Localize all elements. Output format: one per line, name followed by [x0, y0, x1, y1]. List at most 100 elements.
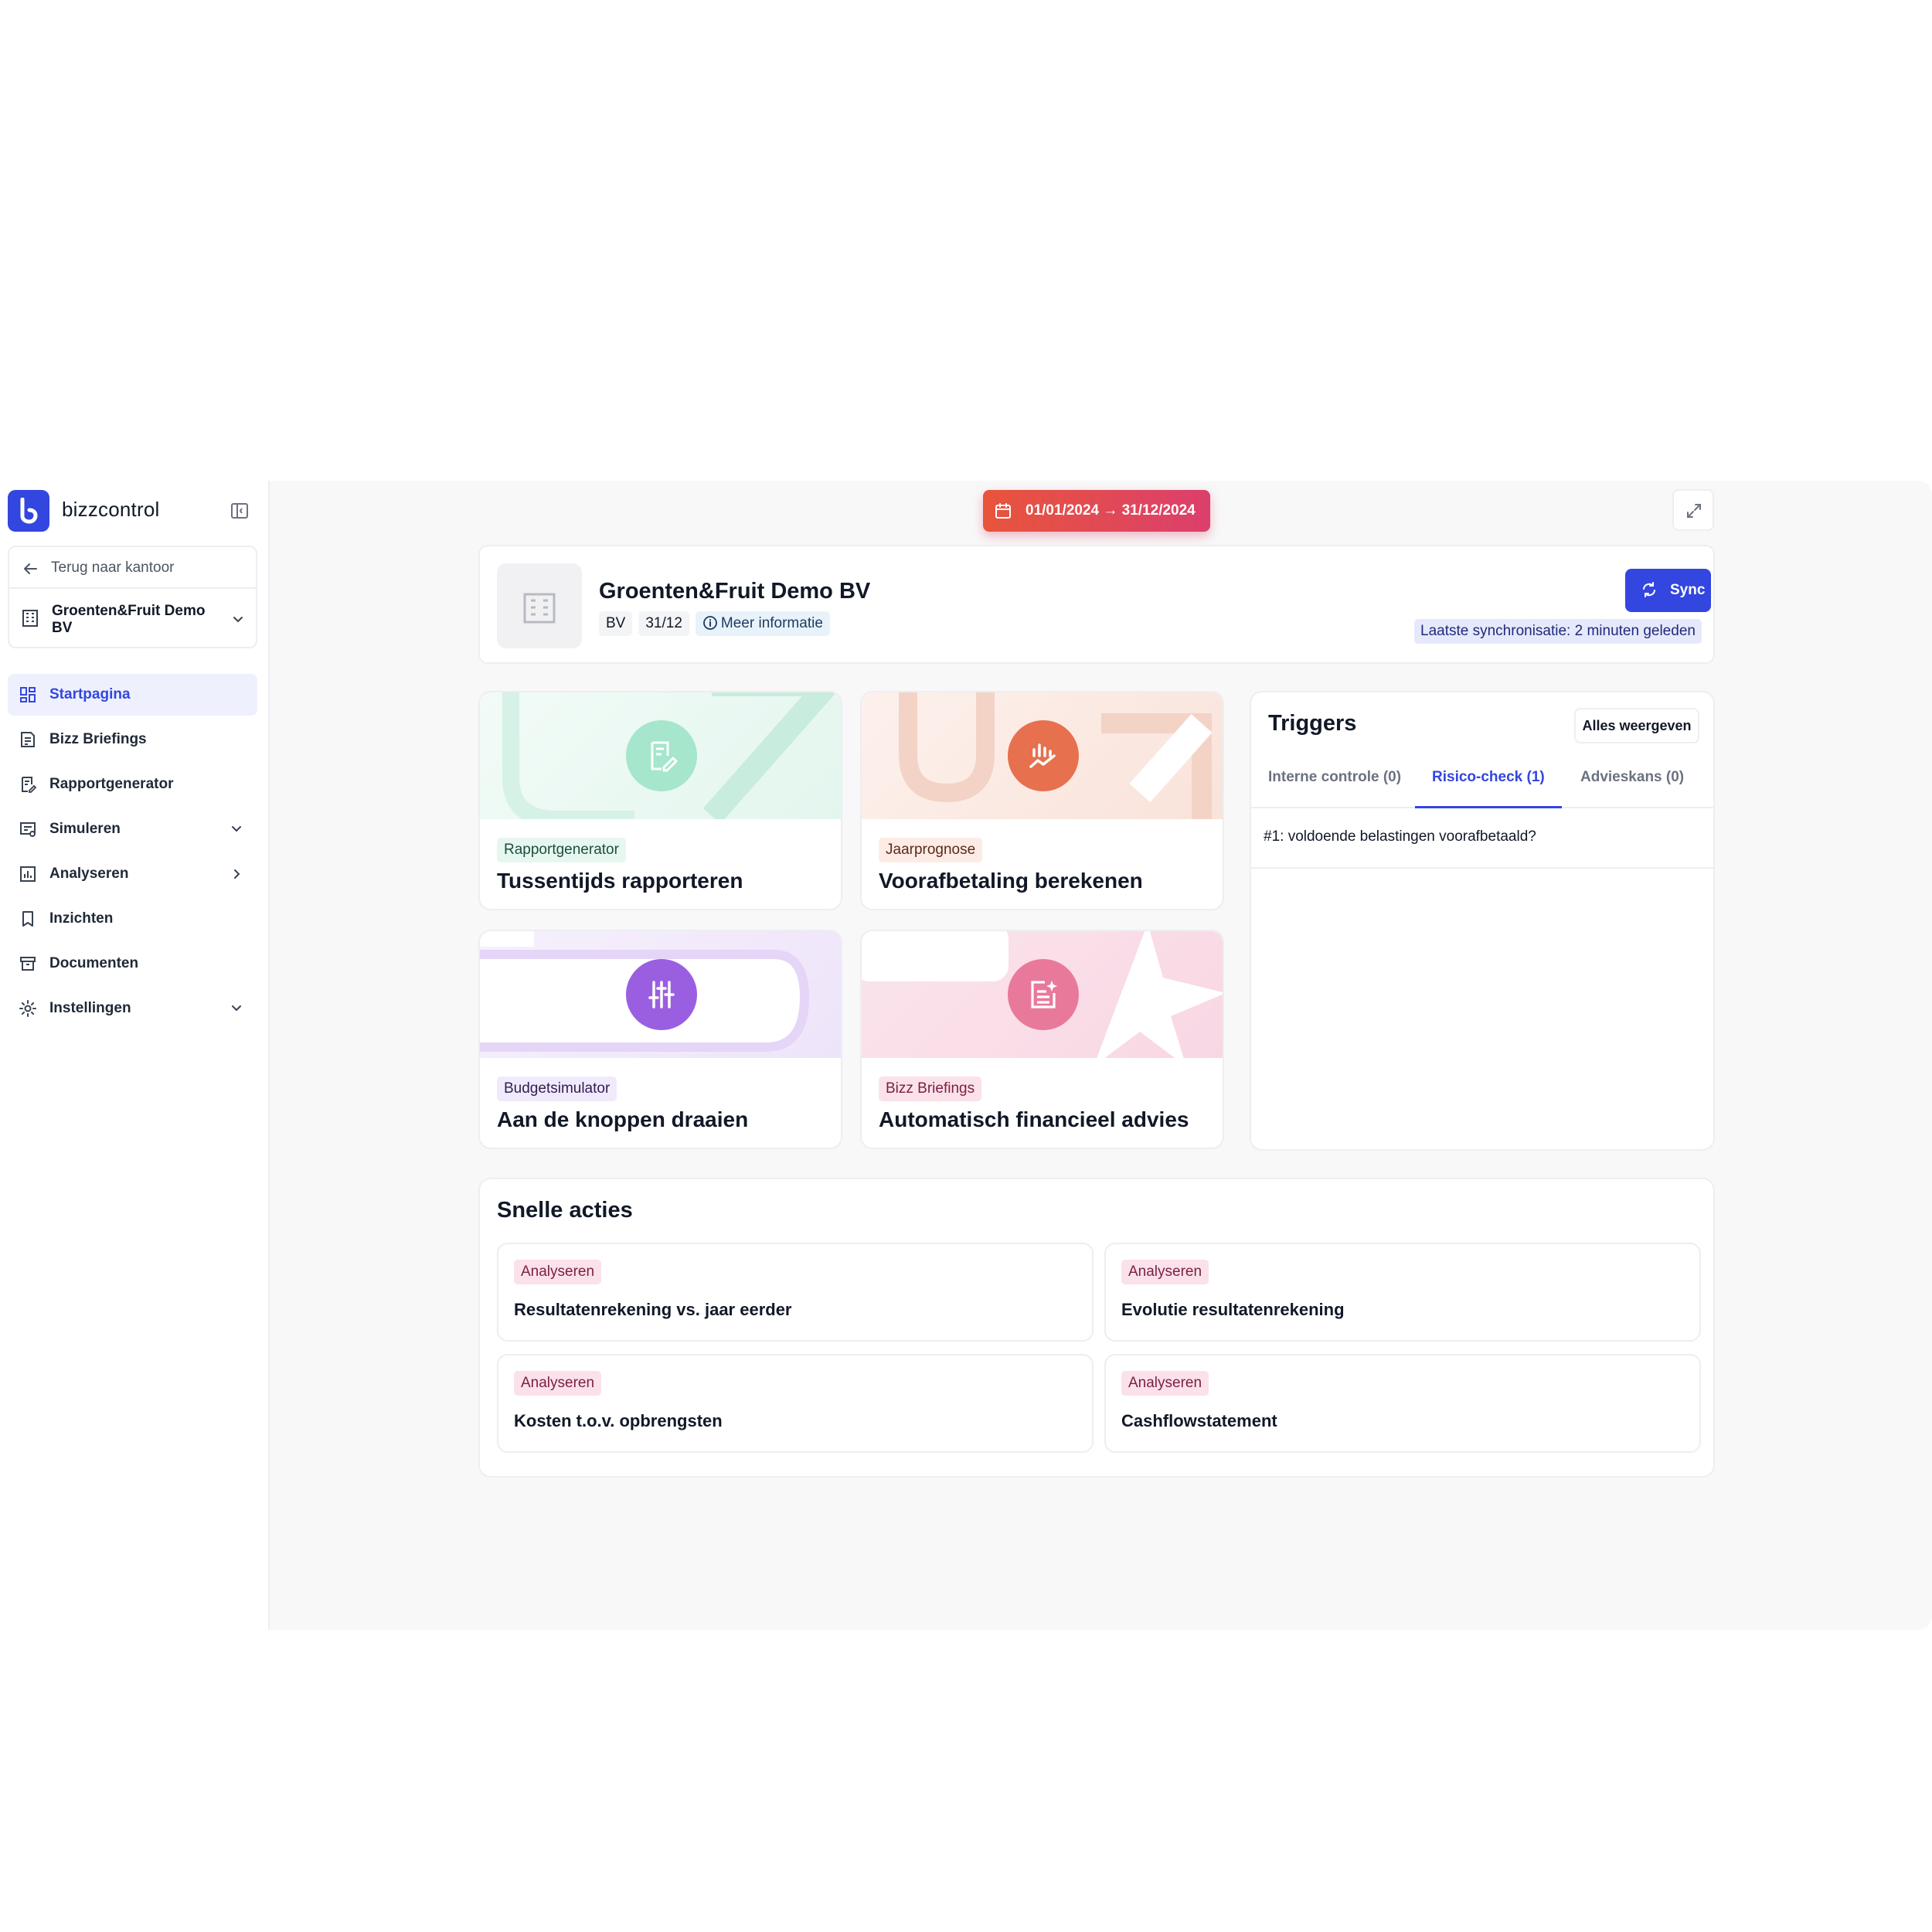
feature-badge: Jaarprognose — [879, 838, 983, 862]
company-header-card: Groenten&Fruit Demo BV BV 31/12 Meer infor… — [478, 545, 1715, 664]
quick-action-card[interactable]: Analyseren Kosten t.o.v. opbrengsten — [497, 1354, 1094, 1453]
show-all-button[interactable]: Alles weergeven — [1574, 708, 1699, 743]
quick-action-label: Kosten t.o.v. opbrengsten — [514, 1411, 723, 1430]
chart-trend-icon — [1029, 743, 1056, 768]
sync-button[interactable]: Sync — [1625, 569, 1711, 612]
triggers-panel: Triggers Alles weergeven Interne control… — [1250, 691, 1715, 1151]
feature-card-jaarprognose[interactable]: Jaarprognose Voorafbetaling berekenen — [860, 691, 1224, 910]
sidebar-nav: Startpagina Bizz Briefings Rapportgenera… — [8, 674, 257, 1032]
sidebar-item-label: Simuleren — [49, 821, 121, 837]
sidebar-item-label: Instellingen — [49, 1000, 131, 1016]
sync-label: Sync — [1670, 582, 1706, 598]
more-info-label: Meer informatie — [720, 615, 823, 631]
info-icon — [703, 616, 717, 630]
tab-risico-check[interactable]: Risico-check (1) — [1415, 760, 1562, 808]
feature-title: Aan de knoppen draaien — [497, 1107, 749, 1131]
sidebar-collapse-icon[interactable] — [230, 502, 249, 520]
sidebar: bizzcontrol Terug naar kantoor Groenten&… — [0, 481, 270, 1630]
dashboard-icon — [20, 687, 36, 702]
feature-icon-circle — [1008, 959, 1079, 1030]
refresh-icon — [1643, 582, 1655, 597]
briefing-icon — [21, 732, 35, 747]
building-icon — [22, 610, 38, 627]
sidebar-item-label: Inzichten — [49, 910, 114, 927]
quick-action-card[interactable]: Analyseren Cashflowstatement — [1104, 1354, 1701, 1453]
feature-title: Tussentijds rapporteren — [497, 869, 743, 893]
context-switcher: Terug naar kantoor Groenten&Fruit Demo B… — [8, 546, 257, 648]
date-range-picker[interactable]: 01/01/2024 → 31/12/2024 — [983, 490, 1210, 532]
chevron-down-icon — [233, 617, 243, 623]
back-to-office-label: Terug naar kantoor — [51, 560, 175, 576]
quick-action-badge: Analyseren — [514, 1371, 602, 1396]
feature-badge: Bizz Briefings — [879, 1077, 982, 1101]
feature-badge: Rapportgenerator — [497, 838, 626, 862]
building-icon — [523, 593, 556, 624]
feature-icon-circle — [1008, 720, 1079, 791]
date-range-label: 01/01/2024 → 31/12/2024 — [1026, 502, 1196, 519]
quick-action-badge: Analyseren — [1121, 1260, 1209, 1284]
company-selector[interactable]: Groenten&Fruit Demo BV — [9, 590, 256, 648]
tab-interne-controle[interactable]: Interne controle (0) — [1251, 760, 1418, 808]
sidebar-item-documenten[interactable]: Documenten — [8, 943, 257, 985]
quick-action-badge: Analyseren — [1121, 1371, 1209, 1396]
legal-form-tag: BV — [599, 611, 633, 636]
bizzcontrol-logo-icon[interactable] — [8, 490, 49, 532]
feature-card-budgetsimulator[interactable]: Budgetsimulator Aan de knoppen draaien — [478, 930, 842, 1149]
sidebar-item-label: Rapportgenerator — [49, 776, 174, 792]
chevron-right-icon — [234, 869, 240, 879]
feature-card-rapportgenerator[interactable]: Rapportgenerator Tussentijds rapporteren — [478, 691, 842, 910]
sidebar-item-startpagina[interactable]: Startpagina — [8, 674, 257, 716]
chart-icon — [20, 866, 36, 882]
triggers-title: Triggers — [1268, 711, 1357, 736]
report-edit-icon — [651, 741, 679, 772]
app-name: bizzcontrol — [62, 498, 160, 521]
quick-action-card[interactable]: Analyseren Resultatenrekening vs. jaar e… — [497, 1243, 1094, 1342]
sidebar-item-instellingen[interactable]: Instellingen — [8, 988, 257, 1029]
sidebar-item-simuleren[interactable]: Simuleren — [8, 808, 257, 850]
feature-badge: Budgetsimulator — [497, 1077, 617, 1101]
quick-actions-title: Snelle acties — [497, 1198, 633, 1223]
gear-icon — [19, 1000, 36, 1017]
sidebar-item-rapportgenerator[interactable]: Rapportgenerator — [8, 764, 257, 805]
sidebar-item-bizz-briefings[interactable]: Bizz Briefings — [8, 719, 257, 760]
sidebar-item-label: Analyseren — [49, 866, 129, 882]
sliders-icon — [648, 981, 675, 1009]
sidebar-item-inzichten[interactable]: Inzichten — [8, 898, 257, 940]
bookmark-icon — [22, 911, 33, 927]
quick-action-label: Cashflowstatement — [1121, 1411, 1277, 1430]
back-to-office-button[interactable]: Terug naar kantoor — [9, 547, 256, 589]
quick-action-label: Resultatenrekening vs. jaar eerder — [514, 1300, 792, 1319]
company-tags: BV 31/12 Meer informatie — [599, 611, 836, 636]
sidebar-item-analyseren[interactable]: Analyseren — [8, 853, 257, 895]
feature-title: Voorafbetaling berekenen — [879, 869, 1143, 893]
more-info-link[interactable]: Meer informatie — [695, 611, 830, 636]
sidebar-item-label: Startpagina — [49, 686, 131, 702]
feature-card-bizz-briefings[interactable]: Bizz Briefings Automatisch financieel ad… — [860, 930, 1224, 1149]
main-content: 01/01/2024 → 31/12/2024 Groenten&Fruit D… — [270, 481, 1932, 1630]
quick-action-label: Evolutie resultatenrekening — [1121, 1300, 1345, 1319]
company-selector-name: Groenten&Fruit Demo BV — [52, 603, 206, 636]
quick-action-badge: Analyseren — [514, 1260, 602, 1284]
trigger-row-text: #1: voldoende belastingen voorafbetaald? — [1264, 828, 1536, 845]
arrow-left-icon — [24, 563, 37, 574]
fullscreen-button[interactable] — [1672, 489, 1714, 531]
calendar-icon — [995, 503, 1011, 519]
document-sparkle-icon — [1031, 981, 1057, 1009]
feature-icon-circle — [626, 959, 697, 1030]
chevron-down-icon — [232, 1005, 241, 1012]
app-window: bizzcontrol Terug naar kantoor Groenten&… — [0, 481, 1932, 1630]
expand-icon — [1687, 504, 1701, 518]
feature-title: Automatisch financieel advies — [879, 1107, 1189, 1131]
quick-action-card[interactable]: Analyseren Evolutie resultatenrekening — [1104, 1243, 1701, 1342]
simulate-icon — [20, 822, 36, 837]
archive-icon — [20, 957, 36, 971]
sidebar-item-label: Documenten — [49, 955, 139, 971]
tab-advieskans[interactable]: Advieskans (0) — [1563, 760, 1701, 808]
sidebar-item-label: Bizz Briefings — [49, 731, 147, 747]
company-title: Groenten&Fruit Demo BV — [599, 579, 871, 604]
last-sync-badge: Laatste synchronisatie: 2 minuten gelede… — [1414, 619, 1702, 644]
logo-row: bizzcontrol — [8, 490, 255, 532]
report-icon — [22, 777, 37, 793]
fiscal-year-end-tag: 31/12 — [638, 611, 689, 636]
trigger-row[interactable]: #1: voldoende belastingen voorafbetaald? — [1251, 808, 1713, 869]
